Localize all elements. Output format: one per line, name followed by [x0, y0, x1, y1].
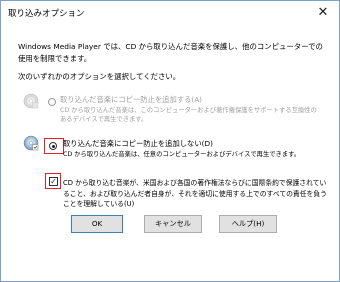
dialog-title: 取り込みオプション: [8, 9, 85, 19]
choose-prompt: 次のいずれかのオプションを選択してください。: [18, 72, 181, 81]
option-protect-description: CD から取り込んだ音楽は、このコンピューターおよび著作権保護をサポートする互換…: [60, 107, 317, 123]
option-no-protect-description: CD から取り込んだ音楽は、任意のコンピューターおよびデバイスで再生できます。: [63, 151, 301, 158]
radio-no-copy-protection[interactable]: [49, 142, 57, 150]
rip-options-dialog: 取り込みオプション ✕ Windows Media Player では、CD か…: [0, 0, 340, 282]
option-no-protect-label: 取り込んだ音楽にコピー防止を追加しない(D): [63, 139, 213, 148]
cd-disc-icon: [23, 135, 39, 151]
title-bar: 取り込みオプション ✕: [1, 1, 339, 27]
radio-add-copy-protection[interactable]: [48, 98, 56, 106]
cd-disc-icon: [23, 93, 39, 109]
ok-button[interactable]: OK: [71, 215, 123, 233]
acknowledge-checkbox[interactable]: ✓: [49, 177, 58, 186]
option-protect-label: 取り込んだ音楽にコピー防止を追加する(A): [60, 95, 203, 104]
help-button[interactable]: ヘルプ(H): [219, 215, 277, 233]
acknowledge-text: CD から取り込む音楽が、米国および各国の著作権法ならびに国際条約で保護されてい…: [63, 179, 327, 208]
cancel-button[interactable]: キャンセル: [144, 215, 202, 233]
intro-text: Windows Media Player では、CD から取り込んだ音楽を保護し…: [18, 42, 323, 63]
close-icon[interactable]: ✕: [313, 4, 333, 22]
